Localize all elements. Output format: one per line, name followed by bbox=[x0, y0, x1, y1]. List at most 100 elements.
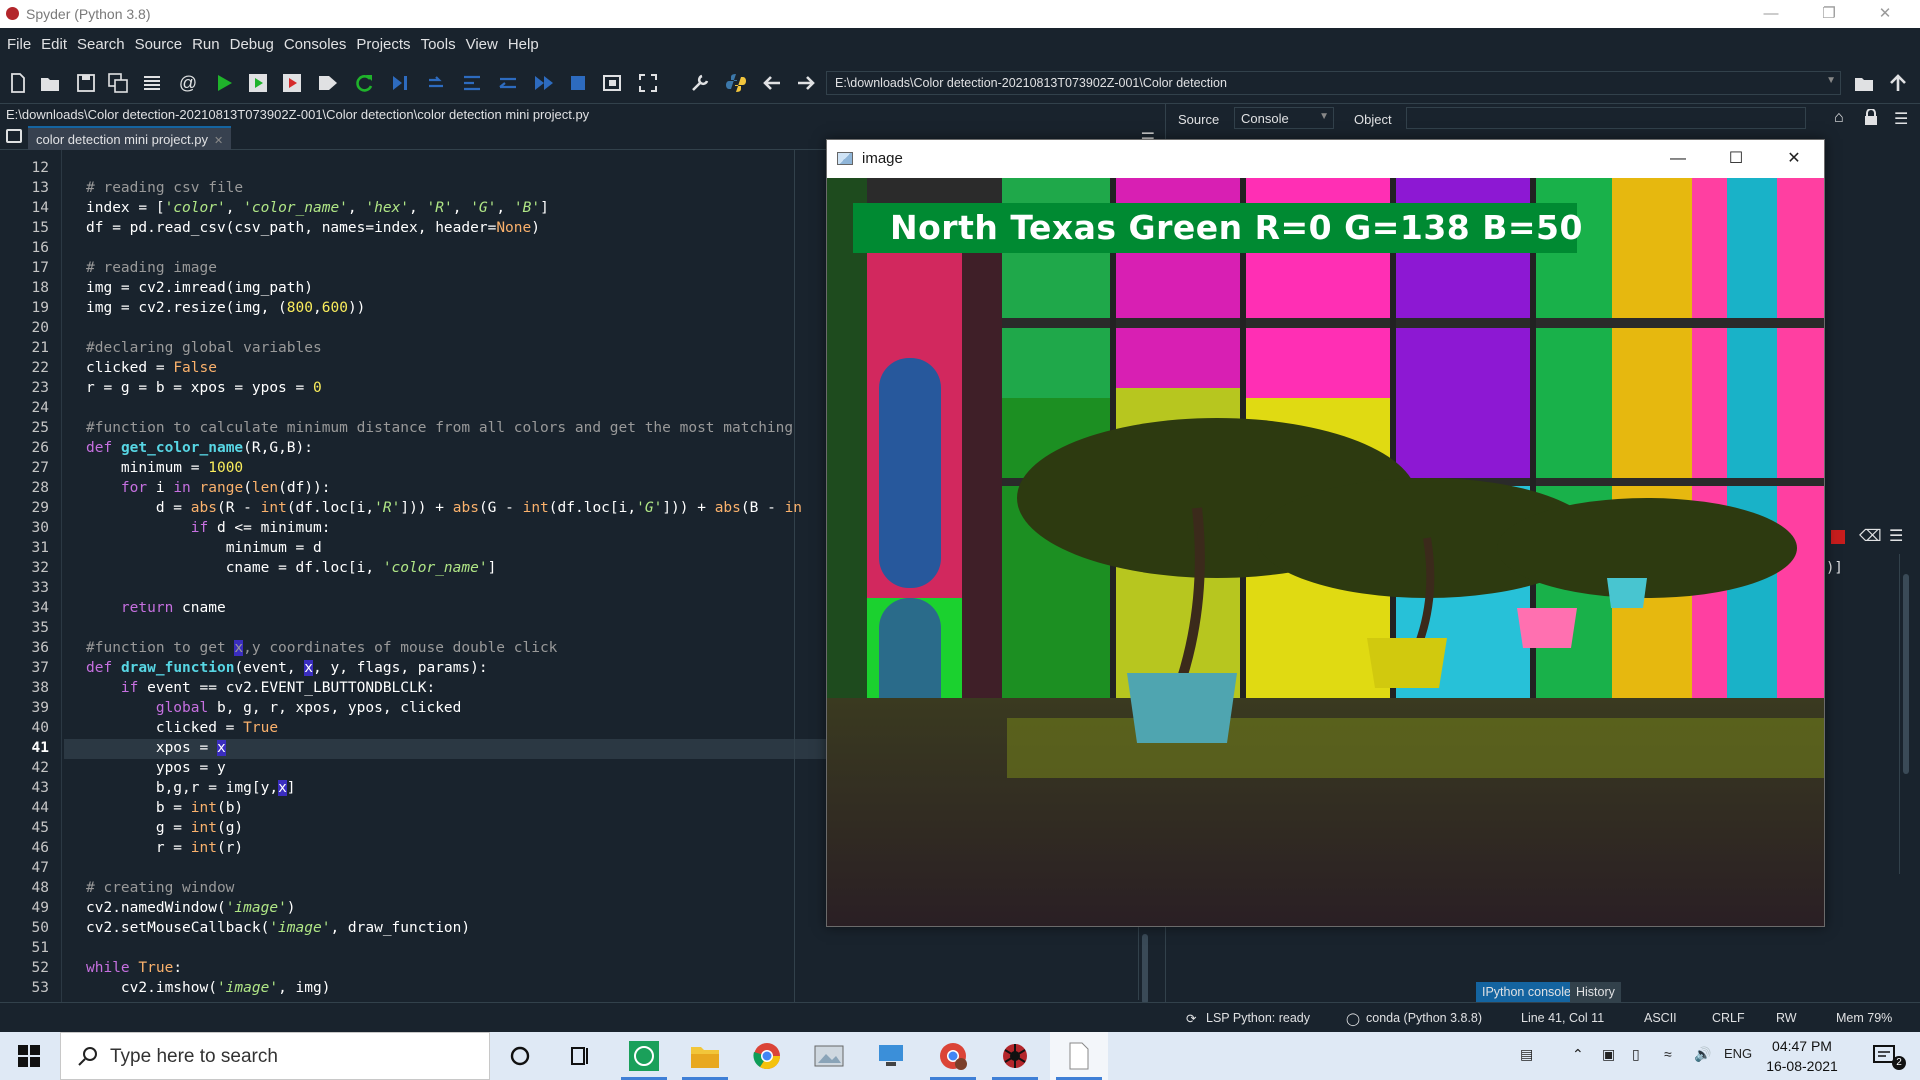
meet-now-icon[interactable]: ▣ bbox=[1602, 1046, 1615, 1063]
cortana-icon[interactable] bbox=[491, 1032, 549, 1080]
menu-file[interactable]: File bbox=[0, 28, 34, 62]
chrome-profile-icon[interactable] bbox=[924, 1032, 982, 1080]
menu-edit[interactable]: Edit bbox=[34, 28, 70, 62]
menu-search[interactable]: Search bbox=[70, 28, 128, 62]
step-icon[interactable] bbox=[424, 71, 448, 95]
home-icon[interactable]: ⌂ bbox=[1834, 109, 1844, 127]
menu-tools[interactable]: Tools bbox=[414, 28, 459, 62]
debug-icon[interactable] bbox=[388, 71, 412, 95]
run-cell-advance-icon[interactable] bbox=[280, 71, 304, 95]
file-explorer-icon[interactable] bbox=[676, 1032, 734, 1080]
close-tab-icon[interactable]: ✕ bbox=[214, 135, 223, 147]
at-sign-icon[interactable]: @ bbox=[176, 71, 200, 95]
outline-icon[interactable] bbox=[140, 71, 164, 95]
object-combobox[interactable] bbox=[1406, 107, 1806, 129]
step-into-icon[interactable] bbox=[460, 71, 484, 95]
code-line: clicked = False bbox=[86, 360, 217, 376]
main-toolbar: @ E:\downloads\Color detection-20210813T… bbox=[0, 62, 1920, 104]
windows-start-icon[interactable] bbox=[0, 1032, 58, 1080]
image-window-taskbar-icon[interactable] bbox=[1050, 1032, 1108, 1080]
python-path-icon[interactable] bbox=[724, 71, 748, 95]
fullscreen-icon[interactable] bbox=[636, 71, 660, 95]
line-number: 44 bbox=[31, 800, 49, 816]
conda-env[interactable]: conda (Python 3.8.8) bbox=[1366, 1011, 1482, 1025]
chrome-icon[interactable] bbox=[738, 1032, 796, 1080]
code-line: b,g,r = img[y,x] bbox=[155, 780, 296, 796]
image-window-maximize-button[interactable]: ☐ bbox=[1707, 140, 1765, 178]
minimize-button[interactable]: — bbox=[1748, 0, 1794, 28]
forward-arrow-icon[interactable] bbox=[794, 71, 818, 95]
stop-debug-icon[interactable] bbox=[566, 71, 590, 95]
scrollbar-thumb[interactable] bbox=[1903, 574, 1909, 774]
run-selection-icon[interactable] bbox=[316, 71, 340, 95]
wifi-icon[interactable]: ≈ bbox=[1664, 1046, 1672, 1062]
code-line: cv2.imshow('image', img) bbox=[120, 980, 331, 996]
menu-view[interactable]: View bbox=[459, 28, 501, 62]
image-window[interactable]: image — ☐ ✕ North Texas Green R=0 G=138 … bbox=[826, 139, 1825, 927]
close-button[interactable]: ✕ bbox=[1862, 0, 1908, 28]
tab-history[interactable]: History bbox=[1570, 982, 1621, 1002]
save-icon[interactable] bbox=[74, 71, 98, 95]
conda-env-icon: ◯ bbox=[1346, 1012, 1360, 1026]
browse-tabs-icon[interactable] bbox=[6, 129, 22, 143]
continue-icon[interactable] bbox=[532, 71, 556, 95]
menu-debug[interactable]: Debug bbox=[223, 28, 277, 62]
photos-app-icon[interactable] bbox=[800, 1032, 858, 1080]
image-window-minimize-button[interactable]: — bbox=[1649, 140, 1707, 178]
menu-source[interactable]: Source bbox=[128, 28, 186, 62]
open-file-icon[interactable] bbox=[38, 71, 62, 95]
battery-icon[interactable]: ▯ bbox=[1632, 1046, 1640, 1063]
input-language[interactable]: ENG bbox=[1724, 1046, 1752, 1061]
source-select[interactable]: Console ▼ bbox=[1234, 107, 1334, 129]
console-scrollbar[interactable] bbox=[1899, 554, 1911, 874]
image-window-title-bar[interactable]: image — ☐ ✕ bbox=[827, 140, 1824, 178]
desktop-toggle-icon[interactable]: ▤ bbox=[1520, 1046, 1533, 1063]
system-clock[interactable]: 04:47 PM 16-08-2021 bbox=[1762, 1036, 1842, 1076]
lock-icon[interactable] bbox=[1864, 108, 1878, 130]
menu-run[interactable]: Run bbox=[185, 28, 223, 62]
parent-directory-icon[interactable] bbox=[1886, 71, 1910, 95]
back-arrow-icon[interactable] bbox=[760, 71, 784, 95]
menu-consoles[interactable]: Consoles bbox=[277, 28, 350, 62]
stop-kernel-icon[interactable] bbox=[1831, 530, 1845, 544]
tab-label: color detection mini project.py bbox=[36, 132, 208, 147]
console-options-menu-icon[interactable]: ☰ bbox=[1889, 526, 1903, 546]
editor-file-path: E:\downloads\Color detection-20210813T07… bbox=[0, 104, 1150, 124]
code-line: r = g = b = xpos = ypos = 0 bbox=[86, 380, 322, 396]
image-canvas[interactable]: North Texas Green R=0 G=138 B=50 bbox=[827, 178, 1824, 926]
show-hidden-icons-chevron-up-icon[interactable]: ⌃ bbox=[1572, 1046, 1584, 1063]
working-directory-combobox[interactable]: E:\downloads\Color detection-20210813T07… bbox=[826, 71, 1841, 95]
step-return-icon[interactable] bbox=[496, 71, 520, 95]
pane-options-menu-icon[interactable]: ☰ bbox=[1894, 109, 1908, 129]
run-cell-icon[interactable] bbox=[246, 71, 270, 95]
volume-icon[interactable]: 🔊 bbox=[1694, 1046, 1711, 1063]
maximize-pane-icon[interactable] bbox=[600, 71, 624, 95]
desktop-app-icon[interactable] bbox=[862, 1032, 920, 1080]
eraser-icon[interactable]: ⌫ bbox=[1859, 526, 1882, 546]
new-file-icon[interactable] bbox=[6, 71, 30, 95]
tab-ipython-console[interactable]: IPython console bbox=[1476, 982, 1577, 1002]
line-number: 50 bbox=[31, 920, 49, 936]
chevron-down-icon[interactable]: ▼ bbox=[1826, 75, 1836, 86]
rerun-icon[interactable] bbox=[352, 71, 376, 95]
restore-button[interactable]: ❐ bbox=[1806, 0, 1852, 28]
spyder-app-icon[interactable] bbox=[986, 1032, 1044, 1080]
scrollbar-thumb[interactable] bbox=[1142, 934, 1148, 1004]
code-line: img = cv2.resize(img, (800,600)) bbox=[86, 300, 366, 316]
image-window-close-button[interactable]: ✕ bbox=[1765, 140, 1823, 178]
notifications-icon[interactable]: 2 bbox=[1866, 1042, 1910, 1072]
menu-help[interactable]: Help bbox=[501, 28, 542, 62]
run-icon[interactable] bbox=[212, 71, 236, 95]
taskbar-search-box[interactable]: Type here to search bbox=[60, 1032, 490, 1080]
line-number: 53 bbox=[31, 980, 49, 996]
tab-color-detection[interactable]: color detection mini project.py ✕ bbox=[28, 126, 232, 150]
preferences-wrench-icon[interactable] bbox=[688, 71, 712, 95]
task-view-icon[interactable] bbox=[551, 1032, 609, 1080]
save-all-icon[interactable] bbox=[106, 71, 130, 95]
menu-projects[interactable]: Projects bbox=[349, 28, 413, 62]
line-number: 37 bbox=[31, 660, 49, 676]
browse-folder-icon[interactable] bbox=[1852, 71, 1876, 95]
whatsapp-icon[interactable] bbox=[615, 1032, 673, 1080]
code-line: r = int(r) bbox=[155, 840, 244, 856]
lsp-status[interactable]: LSP Python: ready bbox=[1206, 1011, 1310, 1025]
